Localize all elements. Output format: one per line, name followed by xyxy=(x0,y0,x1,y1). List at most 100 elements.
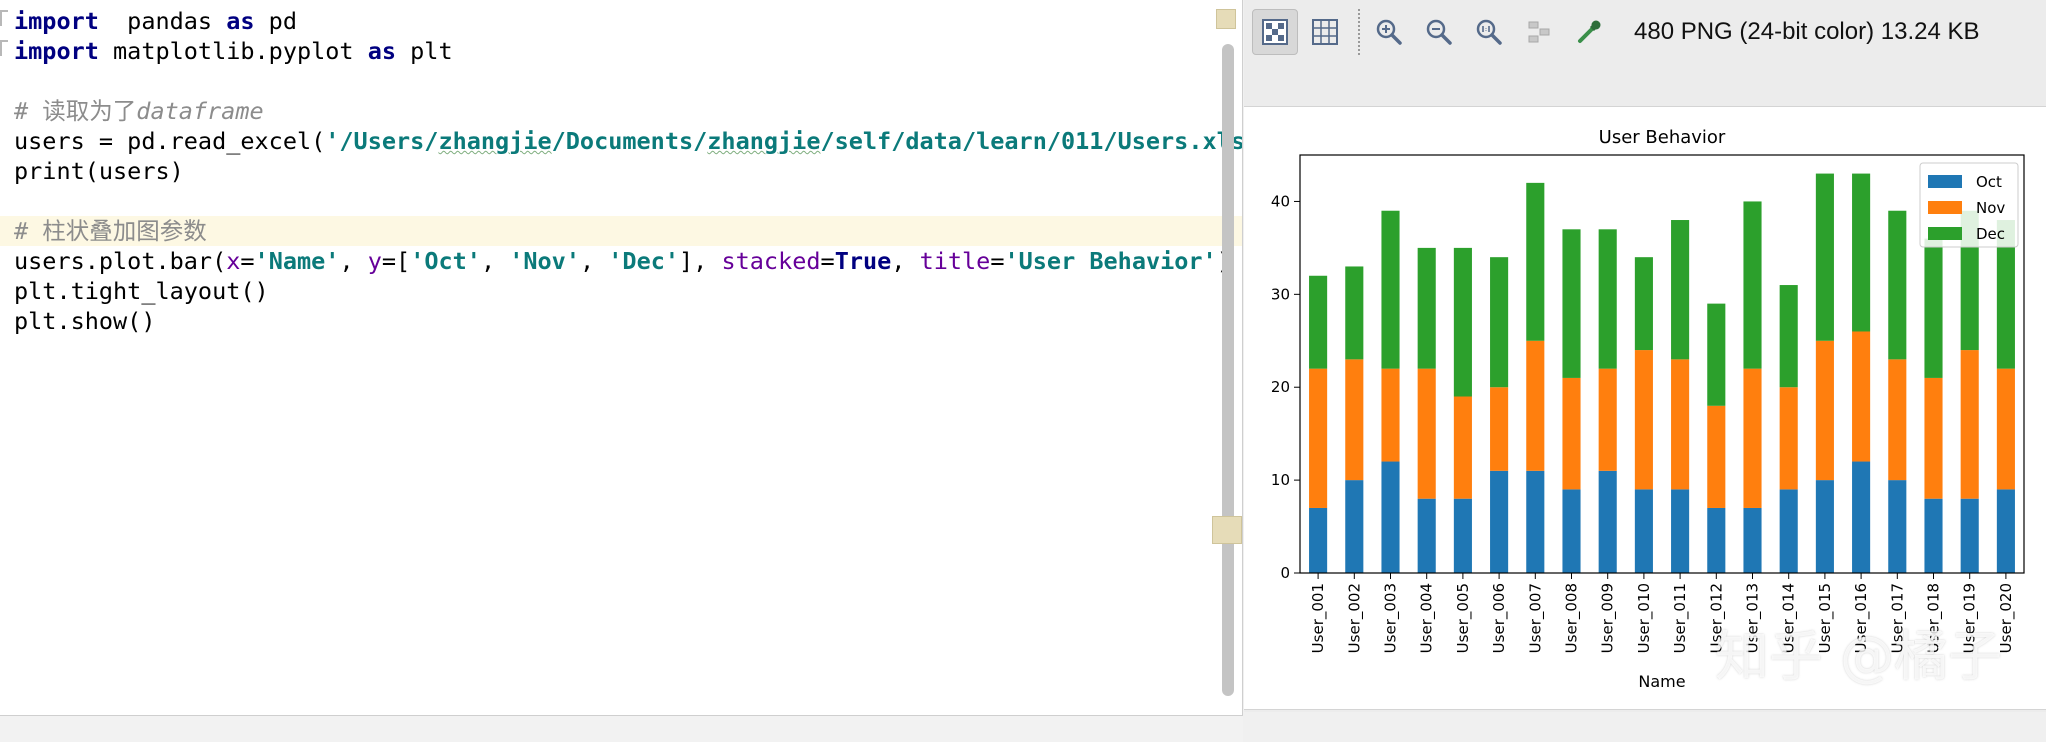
fold-marker-icon[interactable] xyxy=(0,10,8,26)
code-token: 'User Behavior' xyxy=(1004,247,1217,275)
code-line[interactable] xyxy=(14,186,1212,216)
code-token: matplotlib.pyplot xyxy=(98,37,368,65)
bar-oct xyxy=(1996,489,2015,573)
bar-oct xyxy=(1888,480,1907,573)
bar-dec xyxy=(1707,303,1726,406)
code-token: , xyxy=(579,247,609,275)
code-token: y xyxy=(367,247,382,275)
bar-nov xyxy=(1490,387,1509,471)
image-canvas[interactable]: User_001 User_002 User_003 User_004 User_005… xyxy=(1244,106,2046,710)
bar-nov xyxy=(1634,350,1653,490)
editor-status-strip xyxy=(0,716,1243,742)
bar-dec xyxy=(1598,229,1617,369)
legend-label: Nov xyxy=(1976,199,2005,217)
code-line[interactable]: plt.show() xyxy=(14,306,1212,336)
code-token: '/Users/ xyxy=(325,127,439,155)
bar-nov xyxy=(1526,340,1545,471)
watermark: 知乎 @橘子 xyxy=(1714,625,2002,688)
bar-dec xyxy=(1743,201,1762,369)
y-tick-label: 10 xyxy=(1271,471,1290,489)
image-info: 480 PNG (24-bit color) 13.24 KB xyxy=(1634,18,1980,45)
color-picker-icon xyxy=(1578,20,1601,43)
legend-swatch-oct xyxy=(1928,175,1962,188)
bar-oct xyxy=(1598,470,1617,573)
x-tick-label: User_006 xyxy=(1490,583,1509,653)
bar-nov xyxy=(1996,368,2015,490)
bar-nov xyxy=(1598,368,1617,471)
fold-marker-icon[interactable] xyxy=(0,40,8,56)
code-token: print(users) xyxy=(14,157,184,185)
bar-oct xyxy=(1490,470,1509,573)
scroll-marker-current xyxy=(1212,516,1242,544)
code-token: dataframe xyxy=(136,97,264,125)
code-token: True xyxy=(834,247,892,275)
code-token: zhangjie xyxy=(438,127,552,155)
code-token: pandas xyxy=(98,7,227,35)
grid-button[interactable] xyxy=(1302,9,1348,55)
code-token: 'Dec' xyxy=(608,247,680,275)
bar-oct xyxy=(1743,507,1762,573)
bar-oct xyxy=(1707,507,1726,573)
code-line[interactable]: print(users) xyxy=(14,156,1212,186)
legend-swatch-nov xyxy=(1928,201,1962,214)
code-line[interactable]: # 柱状叠加图参数 xyxy=(0,216,1242,246)
toolbar-separator xyxy=(1358,9,1360,55)
code-line[interactable]: import matplotlib.pyplot as plt xyxy=(14,36,1212,66)
bar-nov xyxy=(1779,387,1798,490)
bar-nov xyxy=(1381,368,1400,462)
actual-size-icon xyxy=(1476,19,1502,45)
code-line[interactable]: users = pd.read_excel('/Users/zhangjie/D… xyxy=(14,126,1242,156)
bar-nov xyxy=(1743,368,1762,508)
zoom-in-button[interactable] xyxy=(1366,9,1412,55)
code-token: = xyxy=(240,247,255,275)
fit-button[interactable] xyxy=(1516,9,1562,55)
bar-oct xyxy=(1453,498,1472,573)
x-tick-label: User_010 xyxy=(1635,583,1654,653)
code-area[interactable]: import pandas as pd import matplotlib.pyp… xyxy=(0,6,1242,336)
vertical-scrollbar[interactable] xyxy=(1222,44,1234,696)
code-token: = xyxy=(820,247,835,275)
code-line[interactable] xyxy=(14,66,1212,96)
bar-oct xyxy=(1779,489,1798,573)
code-line[interactable]: import pandas as pd xyxy=(14,6,1212,36)
bar-oct xyxy=(1671,489,1690,573)
x-tick-label: User_001 xyxy=(1309,583,1328,653)
bar-oct xyxy=(1924,498,1943,573)
bar-dec xyxy=(1417,247,1436,369)
bar-dec xyxy=(1815,173,1834,341)
bar-oct xyxy=(1960,498,1979,573)
x-tick-label: User_002 xyxy=(1345,583,1364,653)
bar-oct xyxy=(1852,461,1871,573)
bar-nov xyxy=(1960,350,1979,499)
code-editor[interactable]: import pandas as pd import matplotlib.pyp… xyxy=(0,0,1243,716)
checkerboard-icon xyxy=(1262,19,1288,45)
code-token: /Documents/ xyxy=(551,127,708,155)
grid-icon xyxy=(1312,19,1338,45)
y-tick-label: 0 xyxy=(1280,564,1290,582)
zoom-out-icon xyxy=(1426,19,1452,45)
bar-nov xyxy=(1309,368,1328,508)
actual-size-button[interactable] xyxy=(1466,9,1512,55)
code-token: # 读取为了 xyxy=(14,97,137,125)
checkerboard-button[interactable] xyxy=(1252,9,1298,55)
code-token: plt.tight_layout() xyxy=(14,277,269,305)
bar-nov xyxy=(1707,405,1726,508)
bar-dec xyxy=(1381,210,1400,369)
code-line[interactable]: users.plot.bar(x='Name', y=['Oct', 'Nov'… xyxy=(14,246,1231,276)
code-line[interactable]: plt.tight_layout() xyxy=(14,276,1212,306)
code-line[interactable]: # 读取为了dataframe xyxy=(14,96,1212,126)
bar-oct xyxy=(1562,489,1581,573)
bar-nov xyxy=(1815,340,1834,481)
bar-nov xyxy=(1453,396,1472,499)
code-token: # 柱状叠加图参数 xyxy=(14,217,207,245)
bar-dec xyxy=(1779,285,1798,388)
legend-label: Oct xyxy=(1976,173,2002,191)
bar-oct xyxy=(1345,480,1364,573)
bar-nov xyxy=(1562,377,1581,490)
color-picker-button[interactable] xyxy=(1566,9,1612,55)
bar-dec xyxy=(1562,229,1581,378)
zoom-out-button[interactable] xyxy=(1416,9,1462,55)
y-tick-label: 30 xyxy=(1271,285,1290,303)
bar-nov xyxy=(1852,331,1871,462)
bar-oct xyxy=(1381,461,1400,573)
